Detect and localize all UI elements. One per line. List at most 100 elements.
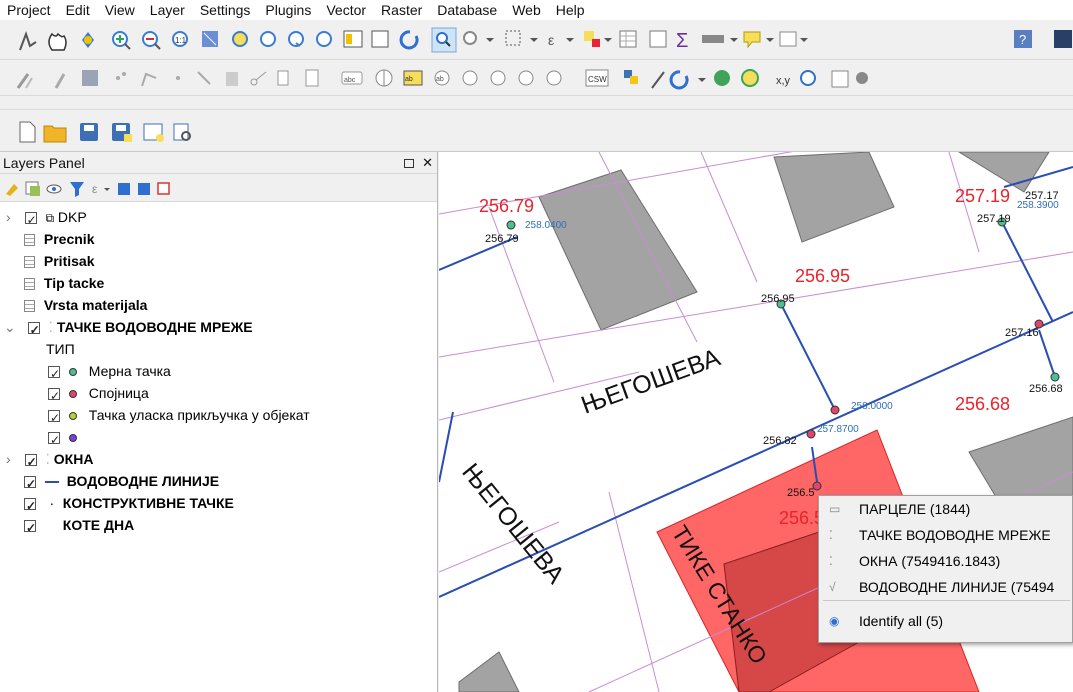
- move-label-icon[interactable]: [490, 70, 506, 86]
- highlight-pin-labels-icon[interactable]: ab: [403, 70, 423, 86]
- menu-plugins[interactable]: Plugins: [258, 0, 319, 20]
- zoom-full-icon[interactable]: [202, 31, 218, 47]
- layer-checkbox[interactable]: [24, 473, 36, 495]
- layer-row-vrsta-materijala[interactable]: Vrsta materijala: [24, 294, 147, 316]
- snapping-icon[interactable]: [831, 70, 849, 88]
- menu-project[interactable]: Project: [0, 0, 59, 20]
- layer-row-tip-tacke[interactable]: Tip tacke: [24, 272, 104, 294]
- menu-item-identify-all[interactable]: ◉ Identify all (5): [819, 608, 1073, 634]
- cut-features-icon[interactable]: [250, 71, 267, 86]
- zoom-out-icon[interactable]: [142, 31, 161, 50]
- menu-raster[interactable]: Raster: [374, 0, 430, 20]
- annotation-icon[interactable]: [779, 31, 808, 47]
- class-checkbox[interactable]: [48, 363, 60, 385]
- modify-attributes-icon[interactable]: [176, 76, 180, 80]
- layer-row-okna[interactable]: › ⁚ ОКНА: [6, 448, 93, 473]
- save-edits-icon[interactable]: [82, 70, 98, 86]
- show-hide-labels-icon[interactable]: [462, 70, 478, 86]
- pan-icon[interactable]: [48, 32, 67, 51]
- menu-item-parcele[interactable]: ▭ ПАРЦЕЛЕ (1844): [819, 496, 1073, 522]
- current-edits-icon[interactable]: [16, 73, 33, 89]
- manage-themes-icon[interactable]: [46, 184, 62, 194]
- pin-labels-icon[interactable]: ab: [434, 70, 450, 86]
- processing-toolbox-icon[interactable]: [651, 71, 665, 89]
- measure-icon[interactable]: [702, 35, 738, 43]
- legend-item-other[interactable]: [48, 426, 85, 451]
- zoom-in-icon[interactable]: [112, 31, 131, 50]
- layer-row-konstruktivne-tacke[interactable]: · КОНСТРУКТИВНЕ ТАЧКЕ: [24, 492, 234, 517]
- label-tool-icon[interactable]: abc: [341, 71, 363, 85]
- expand-arrow-icon[interactable]: ›: [6, 209, 11, 225]
- change-label-icon[interactable]: [546, 70, 562, 86]
- layer-checkbox[interactable]: [24, 517, 36, 539]
- metasearch-icon[interactable]: [741, 69, 759, 87]
- menu-web[interactable]: Web: [505, 0, 549, 20]
- class-checkbox[interactable]: [48, 429, 60, 451]
- zoom-next-icon[interactable]: [316, 31, 332, 47]
- legend-item-merna-tacka[interactable]: Мерна тачка: [48, 360, 171, 385]
- touch-zoom-icon[interactable]: [19, 31, 37, 51]
- layer-row-pritisak[interactable]: Pritisak: [24, 250, 94, 272]
- close-icon[interactable]: ✕: [422, 155, 433, 170]
- legend-item-spojnica[interactable]: Спојница: [48, 382, 149, 407]
- zoom-to-layer-icon[interactable]: [260, 31, 276, 47]
- zoom-last-icon[interactable]: [288, 31, 304, 47]
- add-group-icon[interactable]: [25, 181, 40, 196]
- menu-edit[interactable]: Edit: [59, 0, 98, 20]
- deselect-icon[interactable]: [584, 31, 612, 47]
- python-console-icon[interactable]: [624, 70, 638, 84]
- expand-arrow-icon[interactable]: ›: [6, 451, 11, 467]
- layer-row-dkp[interactable]: › ⧉ DKP: [6, 206, 87, 231]
- menu-view[interactable]: View: [98, 0, 143, 20]
- menu-help[interactable]: Help: [549, 0, 593, 20]
- xy-coordinates-icon[interactable]: x,y: [776, 75, 791, 87]
- save-project-icon[interactable]: [80, 123, 98, 141]
- plugin-icon[interactable]: [1054, 30, 1072, 48]
- new-print-layout-icon[interactable]: [143, 123, 164, 142]
- layer-checkbox[interactable]: [24, 209, 37, 231]
- class-checkbox[interactable]: [48, 407, 60, 429]
- plugin-tool-icon[interactable]: [856, 72, 868, 84]
- layer-row-vodovodne-linije[interactable]: ВОДОВОДНЕ ЛИНИЈЕ: [24, 470, 219, 495]
- layer-row-precnik[interactable]: Precnik: [24, 228, 94, 250]
- zoom-native-icon[interactable]: 1:1: [172, 31, 188, 47]
- menu-item-okna[interactable]: ⁚ ОКНА (7549416.1843): [819, 548, 1073, 574]
- map-tips-icon[interactable]: [743, 31, 774, 49]
- layout-manager-icon[interactable]: [173, 123, 191, 141]
- field-calculator-icon[interactable]: [649, 30, 667, 48]
- menu-vector[interactable]: Vector: [319, 0, 374, 20]
- help-icon[interactable]: ?: [1014, 30, 1032, 48]
- menu-item-vodovodne-linije[interactable]: √ ВОДОВОДНЕ ЛИНИЈЕ (75494: [819, 574, 1073, 600]
- layer-checkbox[interactable]: [24, 451, 37, 473]
- csw-icon[interactable]: CSW: [585, 69, 609, 87]
- layer-row-tacke-vodovodne-mreze[interactable]: ⌄ ⁚ ТАЧКЕ ВОДОВОДНЕ МРЕЖЕ: [4, 316, 253, 341]
- delete-selected-icon[interactable]: [226, 72, 238, 86]
- add-wms-icon[interactable]: [714, 70, 730, 86]
- collapse-arrow-icon[interactable]: ⌄: [4, 319, 16, 335]
- layer-row-kote-dna[interactable]: КОТЕ ДНА: [24, 514, 134, 539]
- toggle-editing-icon[interactable]: [54, 73, 66, 89]
- layer-checkbox[interactable]: [24, 495, 36, 517]
- collapse-all-icon[interactable]: [138, 183, 150, 195]
- copy-features-icon[interactable]: [277, 70, 289, 86]
- select-by-value-icon[interactable]: ε: [548, 32, 574, 48]
- pan-to-selection-icon[interactable]: [82, 32, 94, 48]
- expand-all-icon[interactable]: [118, 183, 130, 195]
- identify-features-icon[interactable]: [431, 27, 457, 53]
- add-point-icon[interactable]: [116, 72, 126, 80]
- select-features-icon[interactable]: [505, 30, 538, 46]
- vertex-tool-icon[interactable]: [141, 72, 157, 87]
- refresh-icon[interactable]: [399, 30, 419, 50]
- layer-checkbox[interactable]: [27, 319, 40, 341]
- class-checkbox[interactable]: [48, 385, 60, 407]
- open-project-icon[interactable]: [43, 125, 67, 143]
- legend-item-tacka-ulaska[interactable]: Тачка уласка прикључка у објекат: [48, 404, 310, 429]
- menu-database[interactable]: Database: [430, 0, 505, 20]
- float-icon[interactable]: [404, 159, 415, 169]
- zoom-to-selection-icon[interactable]: [232, 31, 248, 47]
- menu-layer[interactable]: Layer: [143, 0, 193, 20]
- save-project-as-icon[interactable]: [112, 123, 132, 142]
- paste-features-icon[interactable]: [305, 69, 319, 87]
- menu-settings[interactable]: Settings: [193, 0, 259, 20]
- menu-item-tacke-vodovodne-mreze[interactable]: ⁚ ТАЧКЕ ВОДОВОДНЕ МРЕЖЕ: [819, 522, 1073, 548]
